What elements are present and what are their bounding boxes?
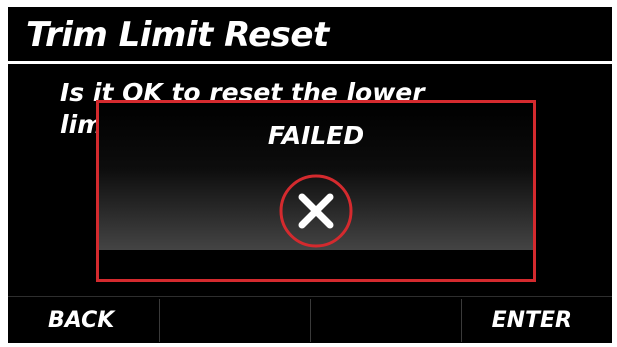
title-divider	[8, 61, 612, 64]
softkey-3[interactable]	[310, 297, 461, 343]
back-button[interactable]: BACK	[8, 297, 159, 343]
display-screen: Trim Limit Reset Is it OK to reset the l…	[8, 7, 612, 343]
enter-button[interactable]: ENTER	[461, 297, 612, 343]
title-bar: Trim Limit Reset	[8, 7, 612, 59]
back-button-label: BACK	[48, 308, 115, 333]
enter-button-label: ENTER	[491, 308, 572, 333]
failed-dialog: FAILED	[96, 100, 536, 282]
softkey-2[interactable]	[159, 297, 310, 343]
softkey-bar: BACK ENTER	[8, 296, 612, 343]
x-circle-icon	[279, 174, 353, 248]
dialog-title: FAILED	[267, 121, 365, 150]
screen-title: Trim Limit Reset	[26, 15, 329, 55]
